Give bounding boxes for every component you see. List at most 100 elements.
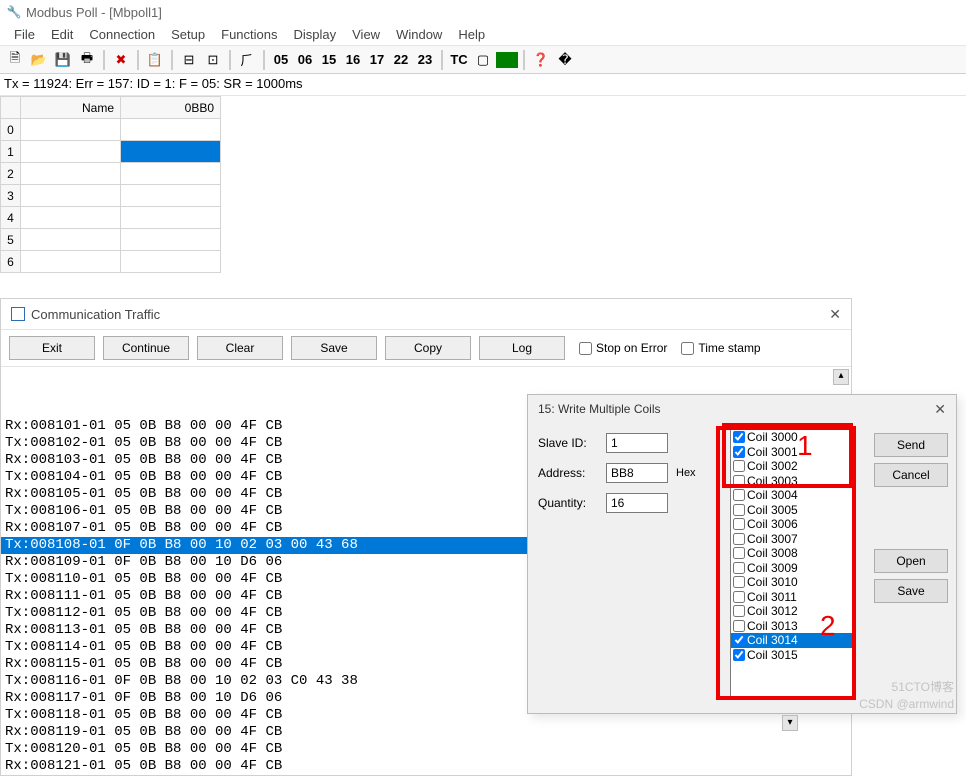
menu-setup[interactable]: Setup <box>171 27 205 42</box>
coil-checkbox[interactable] <box>733 620 745 632</box>
paste-icon[interactable] <box>144 49 166 71</box>
coil-item[interactable]: Coil 3008 <box>731 546 855 561</box>
column-name[interactable]: Name <box>21 97 121 119</box>
coil-checkbox[interactable] <box>733 504 745 516</box>
coil-listbox[interactable]: Coil 3000Coil 3001Coil 3002Coil 3003Coil… <box>730 429 856 699</box>
exit-button[interactable]: Exit <box>9 336 95 360</box>
menu-display[interactable]: Display <box>294 27 337 42</box>
column-0bb0[interactable]: 0BB0 <box>121 97 221 119</box>
row-head-0[interactable]: 0 <box>1 119 21 141</box>
coil-checkbox[interactable] <box>733 533 745 545</box>
row-head-1[interactable]: 1 <box>1 141 21 163</box>
cancel-button[interactable]: Cancel <box>874 463 948 487</box>
cell[interactable] <box>121 207 221 229</box>
fc-23-button[interactable]: 23 <box>414 49 436 71</box>
close-icon[interactable]: ✕ <box>934 401 946 418</box>
new-icon[interactable] <box>4 49 26 71</box>
fc-17-button[interactable]: 17 <box>366 49 388 71</box>
menu-file[interactable]: File <box>14 27 35 42</box>
coil-checkbox[interactable] <box>733 446 745 458</box>
cell[interactable] <box>121 185 221 207</box>
coil-checkbox[interactable] <box>733 649 745 661</box>
cut-icon[interactable] <box>110 49 132 71</box>
coil-checkbox[interactable] <box>733 547 745 559</box>
coil-item[interactable]: Coil 3001 <box>731 445 855 460</box>
coil-item[interactable]: Coil 3014 <box>731 633 855 648</box>
fc-22-button[interactable]: 22 <box>390 49 412 71</box>
stop-on-error-checkbox[interactable]: Stop on Error <box>579 341 667 355</box>
scroll-down-icon[interactable]: ▾ <box>782 715 798 731</box>
help-icon[interactable] <box>530 49 552 71</box>
green-status-icon[interactable] <box>496 52 518 68</box>
cell-selected[interactable] <box>121 141 221 163</box>
pulse-icon[interactable] <box>236 49 258 71</box>
row-head-6[interactable]: 6 <box>1 251 21 273</box>
quantity-input[interactable] <box>606 493 668 513</box>
scroll-up-icon[interactable]: ▴ <box>833 369 849 385</box>
fc-16-button[interactable]: 16 <box>342 49 364 71</box>
save-button[interactable]: Save <box>874 579 948 603</box>
coil-item[interactable]: Coil 3012 <box>731 604 855 619</box>
save-icon[interactable] <box>52 49 74 71</box>
fc-15-button[interactable]: 15 <box>318 49 340 71</box>
coil-item[interactable]: Coil 3011 <box>731 590 855 605</box>
coil-item[interactable]: Coil 3003 <box>731 474 855 489</box>
log-line[interactable]: Rx:008119-01 05 0B B8 00 00 4F CB <box>1 724 851 741</box>
save-button[interactable]: Save <box>291 336 377 360</box>
coil-checkbox[interactable] <box>733 518 745 530</box>
row-head-4[interactable]: 4 <box>1 207 21 229</box>
coil-item[interactable]: Coil 3006 <box>731 517 855 532</box>
coil-item[interactable]: Coil 3000 <box>731 430 855 445</box>
coil-item[interactable]: Coil 3002 <box>731 459 855 474</box>
address-input[interactable] <box>606 463 668 483</box>
copy-button[interactable]: Copy <box>385 336 471 360</box>
menu-edit[interactable]: Edit <box>51 27 73 42</box>
fc-06-button[interactable]: 06 <box>294 49 316 71</box>
cell[interactable] <box>121 119 221 141</box>
continue-button[interactable]: Continue <box>103 336 189 360</box>
time-stamp-checkbox[interactable]: Time stamp <box>681 341 760 355</box>
coil-item[interactable]: Coil 3010 <box>731 575 855 590</box>
tc-button[interactable]: TC <box>448 49 470 71</box>
about-icon[interactable] <box>554 49 576 71</box>
dash2-icon[interactable] <box>202 49 224 71</box>
cell[interactable] <box>21 229 121 251</box>
cell[interactable] <box>21 141 121 163</box>
fc-05-button[interactable]: 05 <box>270 49 292 71</box>
square-icon[interactable] <box>472 49 494 71</box>
cell[interactable] <box>21 207 121 229</box>
coil-checkbox[interactable] <box>733 576 745 588</box>
cell[interactable] <box>21 163 121 185</box>
clear-button[interactable]: Clear <box>197 336 283 360</box>
cell[interactable] <box>21 185 121 207</box>
coil-item[interactable]: Coil 3004 <box>731 488 855 503</box>
log-line[interactable]: Tx:008120-01 05 0B B8 00 00 4F CB <box>1 741 851 758</box>
row-head-2[interactable]: 2 <box>1 163 21 185</box>
slave-id-input[interactable] <box>606 433 668 453</box>
dash-icon[interactable] <box>178 49 200 71</box>
coil-checkbox[interactable] <box>733 475 745 487</box>
coil-item[interactable]: Coil 3013 <box>731 619 855 634</box>
coil-checkbox[interactable] <box>733 460 745 472</box>
coil-checkbox[interactable] <box>733 634 745 646</box>
cell[interactable] <box>121 251 221 273</box>
cell[interactable] <box>121 229 221 251</box>
cell[interactable] <box>21 251 121 273</box>
open-button[interactable]: Open <box>874 549 948 573</box>
coil-item[interactable]: Coil 3007 <box>731 532 855 547</box>
menu-window[interactable]: Window <box>396 27 442 42</box>
send-button[interactable]: Send <box>874 433 948 457</box>
cell[interactable] <box>121 163 221 185</box>
log-line[interactable]: Rx:008121-01 05 0B B8 00 00 4F CB <box>1 758 851 775</box>
coil-item[interactable]: Coil 3009 <box>731 561 855 576</box>
row-head-5[interactable]: 5 <box>1 229 21 251</box>
coil-checkbox[interactable] <box>733 591 745 603</box>
menu-help[interactable]: Help <box>458 27 485 42</box>
open-icon[interactable] <box>28 49 50 71</box>
coil-item[interactable]: Coil 3005 <box>731 503 855 518</box>
coil-item[interactable]: Coil 3015 <box>731 648 855 663</box>
menu-view[interactable]: View <box>352 27 380 42</box>
menu-connection[interactable]: Connection <box>89 27 155 42</box>
coil-checkbox[interactable] <box>733 605 745 617</box>
log-button[interactable]: Log <box>479 336 565 360</box>
